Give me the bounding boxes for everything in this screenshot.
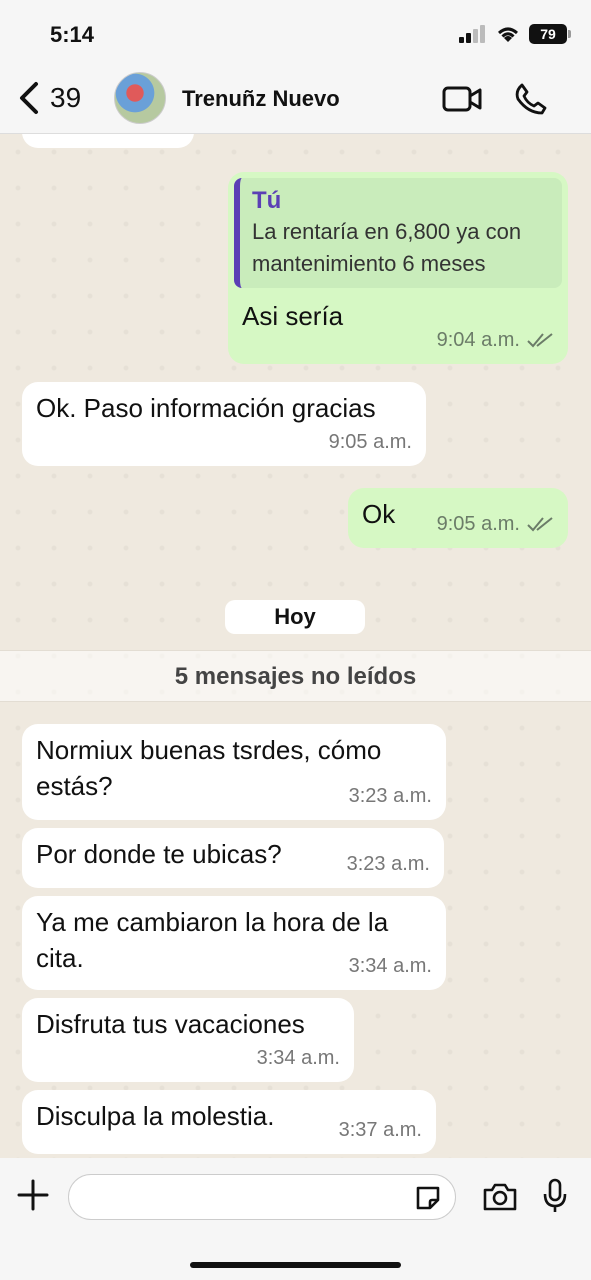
date-separator: Hoy [225,600,365,634]
message-text: Ok. Paso información gracias [36,393,376,423]
message-time: 3:37 a.m. [338,1119,422,1141]
message-bubble-partial[interactable]: 9:03 a.m. [22,134,194,148]
home-indicator [190,1262,401,1268]
back-button[interactable]: 39 [16,80,81,116]
quoted-message[interactable]: Tú La rentaría en 6,800 ya con mantenimi… [234,178,562,288]
message-time-row: 9:05 a.m. [437,506,554,542]
message-bubble-outgoing[interactable]: Tú La rentaría en 6,800 ya con mantenimi… [228,172,568,364]
message-time: 3:23 a.m. [348,785,432,807]
message-bubble-incoming[interactable]: Por donde te ubicas? 3:23 a.m. [22,828,444,888]
status-indicators: 79 [459,24,571,44]
phone-icon[interactable] [514,82,548,116]
message-list[interactable]: 9:03 a.m. Tú La rentaría en 6,800 ya con… [0,134,591,1158]
signal-icon [459,25,485,43]
message-time: 3:23 a.m. [346,853,430,875]
quote-text: La rentaría en 6,800 ya con mantenimient… [252,219,522,276]
message-time: 3:34 a.m. [256,1047,340,1069]
double-check-icon [527,517,553,532]
sticker-icon[interactable] [414,1184,442,1212]
message-time: 9:05 a.m. [328,431,412,453]
avatar[interactable] [114,72,166,124]
contact-name[interactable]: Trenuñz Nuevo [182,86,340,112]
double-check-icon [527,333,553,348]
battery-indicator: 79 [529,24,571,44]
camera-icon[interactable] [482,1182,518,1212]
wifi-icon [498,27,518,42]
message-text: Disfruta tus vacaciones [36,1009,305,1039]
message-time-row: 9:04 a.m. [437,322,554,358]
message-bubble-outgoing[interactable]: Ok 9:05 a.m. [348,488,568,548]
plus-icon[interactable] [16,1178,50,1212]
message-bubble-incoming[interactable]: Ya me cambiaron la hora de la cita. 3:34… [22,896,446,990]
message-bubble-incoming[interactable]: Ok. Paso información gracias 9:05 a.m. [22,382,426,466]
message-bubble-incoming[interactable]: Disculpa la molestia. 3:37 a.m. [22,1090,436,1154]
message-time: 9:05 a.m. [436,513,520,535]
video-camera-icon[interactable] [442,84,482,114]
microphone-icon[interactable] [542,1178,568,1214]
message-time: 9:04 a.m. [436,329,520,351]
message-time: 9:03 a.m. [97,134,180,146]
status-time: 5:14 [50,22,95,47]
quote-author: Tú [252,187,282,214]
chevron-left-icon [20,82,38,114]
unread-messages-banner: 5 mensajes no leídos [0,650,591,702]
status-bar: 5:14 79 [0,0,591,62]
unread-chats-count: 39 [50,82,82,113]
message-time: 3:34 a.m. [348,955,432,977]
message-input[interactable] [68,1174,456,1220]
message-bubble-incoming[interactable]: Normiux buenas tsrdes, cómo estás? 3:23 … [22,724,446,820]
chat-header: 39 Trenuñz Nuevo [0,62,591,134]
message-bubble-incoming[interactable]: Disfruta tus vacaciones 3:34 a.m. [22,998,354,1082]
